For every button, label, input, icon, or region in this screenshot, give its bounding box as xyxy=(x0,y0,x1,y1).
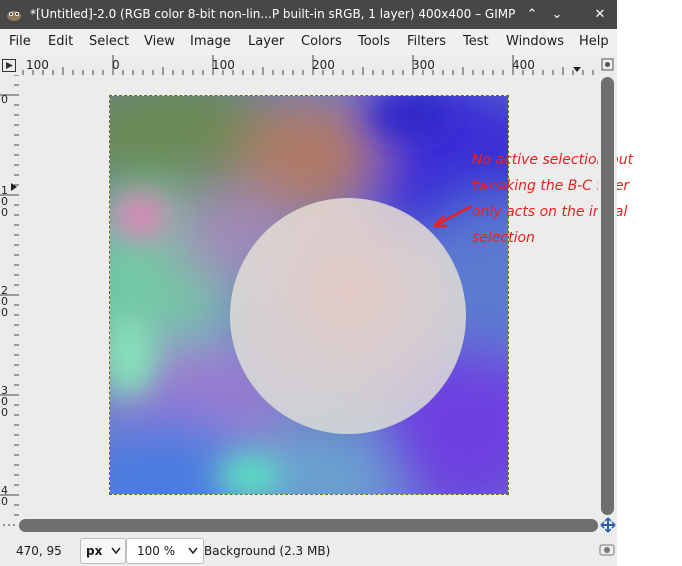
close-button[interactable]: ✕ xyxy=(590,5,610,25)
menu-windows[interactable]: Windows xyxy=(506,34,564,49)
ruler-label: 400 xyxy=(512,58,535,72)
menu-select[interactable]: Select xyxy=(89,34,129,49)
annotation-note: No active selection but tweaking the B-C… xyxy=(472,147,682,251)
menu-file[interactable]: File xyxy=(9,34,31,49)
unit-select[interactable]: px xyxy=(80,538,126,564)
menu-bar: File Edit Select View Image Layer Colors… xyxy=(0,29,617,55)
menu-help[interactable]: Help xyxy=(579,34,609,49)
menu-image[interactable]: Image xyxy=(190,34,231,49)
scrollbar-thumb[interactable] xyxy=(19,519,598,532)
zoom-select[interactable]: 100 % xyxy=(126,538,204,564)
pointer-coordinates: 470, 95 xyxy=(16,544,62,558)
plasma-image xyxy=(110,96,508,494)
menu-colors[interactable]: Colors xyxy=(301,34,342,49)
vertical-ruler[interactable]: 0 100 200 300 40 xyxy=(0,75,19,517)
quickmask-toggle[interactable] xyxy=(0,55,19,75)
maximize-button[interactable]: ⌄ xyxy=(547,5,567,25)
gimp-icon xyxy=(7,11,21,21)
menu-view[interactable]: View xyxy=(144,34,175,49)
image-canvas[interactable] xyxy=(109,95,509,495)
ruler-label: 40 xyxy=(1,484,8,508)
annotation-line: only acts on the initial xyxy=(472,204,628,220)
menu-tools[interactable]: Tools xyxy=(358,34,390,49)
unit-value: px xyxy=(86,544,103,558)
menu-edit[interactable]: Edit xyxy=(48,34,73,49)
layer-info: Background (2.3 MB) xyxy=(204,544,331,558)
scrollbar-thumb[interactable] xyxy=(601,77,614,515)
pointer-marker-icon xyxy=(11,183,17,191)
minimize-button[interactable]: ⌃ xyxy=(522,5,542,25)
horizontal-ruler[interactable]: 100 0 100 200 300 400 xyxy=(19,55,598,75)
menu-filters[interactable]: Filters xyxy=(407,34,446,49)
status-bar: 470, 95 px 100 % Background (2.3 MB) xyxy=(0,534,617,566)
ruler-label: 200 xyxy=(1,284,8,319)
move-navigation-icon[interactable] xyxy=(600,517,616,533)
ruler-label: 300 xyxy=(1,384,8,419)
ruler-label: 300 xyxy=(412,58,435,72)
grid-dots-icon xyxy=(3,524,15,526)
ruler-label: 100 xyxy=(1,184,8,219)
arrow-icon xyxy=(433,204,473,228)
horizontal-scrollbar[interactable] xyxy=(19,517,598,533)
cancel-icon[interactable] xyxy=(599,543,615,557)
annotation-line: No active selection but xyxy=(472,152,634,168)
ruler-label: 100 xyxy=(26,58,49,72)
chevron-down-icon xyxy=(188,547,198,555)
window-title: *[Untitled]-2.0 (RGB color 8-bit non-lin… xyxy=(30,7,516,21)
navigate-icon[interactable] xyxy=(598,55,617,75)
chevron-down-icon xyxy=(111,547,121,555)
pointer-marker-icon xyxy=(573,67,581,72)
ruler-label: 200 xyxy=(312,58,335,72)
zoom-value: 100 % xyxy=(137,544,176,558)
desktop-background xyxy=(617,0,682,566)
annotation-line: tweaking the B-C filter xyxy=(472,178,630,194)
menu-test[interactable]: Test xyxy=(463,34,489,49)
ruler-label: 100 xyxy=(212,58,235,72)
annotation-line: selection xyxy=(472,230,535,246)
vertical-scrollbar[interactable] xyxy=(598,75,617,517)
title-bar: *[Untitled]-2.0 (RGB color 8-bit non-lin… xyxy=(0,0,617,29)
menu-layer[interactable]: Layer xyxy=(248,34,284,49)
play-triangle-icon xyxy=(2,59,16,72)
